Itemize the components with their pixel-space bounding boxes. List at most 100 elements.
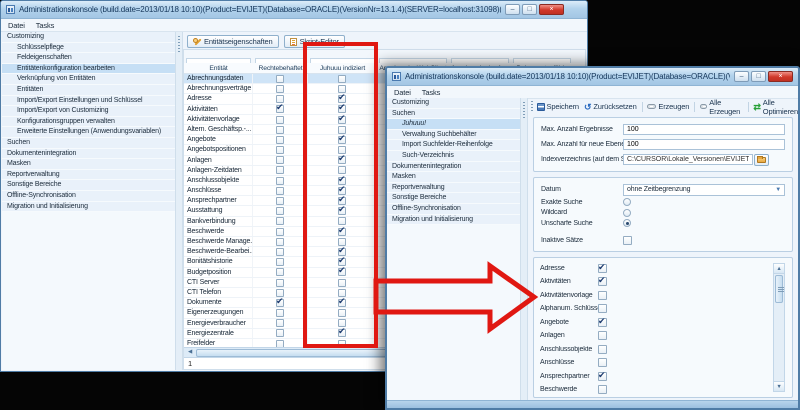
sidebar-item[interactable]: Erweiterte Einstellungen (Anwendungsvari… bbox=[2, 127, 175, 138]
rechtebehaftet-checkbox[interactable] bbox=[276, 105, 284, 113]
search-mode-radio[interactable] bbox=[623, 198, 631, 206]
rechtebehaftet-checkbox[interactable] bbox=[276, 329, 284, 337]
rechtebehaftet-checkbox[interactable] bbox=[276, 258, 284, 266]
sidebar-item[interactable]: Suchen bbox=[387, 109, 520, 120]
menu-tasks[interactable]: Tasks bbox=[36, 21, 54, 30]
rechtebehaftet-checkbox[interactable] bbox=[276, 187, 284, 195]
rechtebehaftet-checkbox[interactable] bbox=[276, 85, 284, 93]
max-results-input[interactable] bbox=[623, 124, 785, 135]
list-item[interactable]: Anschlüsse bbox=[540, 356, 766, 370]
sidebar-item[interactable]: Juhuuu! bbox=[387, 119, 520, 130]
list-item[interactable]: Aktivitätenvorlage bbox=[540, 289, 766, 303]
entity-checkbox[interactable] bbox=[598, 277, 607, 286]
juhuuu-indiziert-checkbox[interactable] bbox=[338, 309, 346, 317]
juhuuu-indiziert-checkbox[interactable] bbox=[338, 75, 346, 83]
sidebar-item[interactable]: Customizing bbox=[2, 32, 175, 43]
sidebar-item[interactable]: Masken bbox=[2, 159, 175, 170]
maximize-button[interactable]: □ bbox=[751, 71, 766, 82]
sidebar-item[interactable]: Entitätenkonfiguration bearbeiten bbox=[2, 64, 175, 75]
sidebar-item[interactable]: Such-Verzeichnis bbox=[387, 151, 520, 162]
entity-checkbox[interactable] bbox=[598, 331, 607, 340]
rechtebehaftet-checkbox[interactable] bbox=[276, 156, 284, 164]
column-header[interactable]: Rechtebehaftet bbox=[253, 63, 308, 73]
rechtebehaftet-checkbox[interactable] bbox=[276, 207, 284, 215]
minimize-button[interactable]: – bbox=[734, 71, 749, 82]
rechtebehaftet-checkbox[interactable] bbox=[276, 319, 284, 327]
entity-checkbox[interactable] bbox=[598, 358, 607, 367]
entity-checkbox[interactable] bbox=[598, 345, 607, 354]
search-mode-radio[interactable] bbox=[623, 219, 631, 227]
sidebar-item[interactable]: Feldeigenschaften bbox=[2, 53, 175, 64]
rechtebehaftet-checkbox[interactable] bbox=[276, 228, 284, 236]
rechtebehaftet-checkbox[interactable] bbox=[276, 146, 284, 154]
rechtebehaftet-checkbox[interactable] bbox=[276, 217, 284, 225]
splitter-handle[interactable] bbox=[521, 98, 528, 400]
date-dropdown[interactable]: ohne Zeitbegrenzung ▼ bbox=[623, 184, 785, 196]
rechtebehaftet-checkbox[interactable] bbox=[276, 268, 284, 276]
entity-checkbox[interactable] bbox=[598, 318, 607, 327]
scroll-down-icon[interactable]: ▼ bbox=[774, 381, 784, 391]
column-header[interactable]: Entität bbox=[184, 63, 253, 73]
menu-tasks[interactable]: Tasks bbox=[422, 88, 440, 97]
juhuuu-indiziert-checkbox[interactable] bbox=[338, 136, 346, 144]
toolbar-button[interactable]: Alle Erzeugen bbox=[700, 98, 743, 116]
menu-datei[interactable]: Datei bbox=[394, 88, 411, 97]
toolbar-grip[interactable] bbox=[531, 101, 533, 113]
juhuuu-indiziert-checkbox[interactable] bbox=[338, 116, 346, 124]
juhuuu-indiziert-checkbox[interactable] bbox=[338, 268, 346, 276]
sidebar-item[interactable]: Schlüsselpflege bbox=[2, 43, 175, 54]
entity-checkbox[interactable] bbox=[598, 264, 607, 273]
sidebar-item[interactable]: Migration und Initialisierung bbox=[2, 202, 175, 213]
entity-checkbox[interactable] bbox=[598, 304, 607, 313]
column-header[interactable]: Juhuuu indiziert bbox=[308, 63, 377, 73]
list-item[interactable]: Alphanum. Schlüssel bbox=[540, 302, 766, 316]
list-item[interactable]: Angebote bbox=[540, 316, 766, 330]
rechtebehaftet-checkbox[interactable] bbox=[276, 238, 284, 246]
juhuuu-indiziert-checkbox[interactable] bbox=[338, 279, 346, 287]
close-button[interactable]: × bbox=[539, 4, 564, 15]
sidebar-item[interactable]: Entitäten bbox=[2, 85, 175, 96]
sidebar-item[interactable]: Reportverwaltung bbox=[387, 183, 520, 194]
title-bar[interactable]: Administrationskonsole (build.date=2013/… bbox=[1, 1, 587, 19]
inactive-records-checkbox[interactable] bbox=[623, 236, 632, 245]
juhuuu-indiziert-checkbox[interactable] bbox=[338, 299, 346, 307]
entity-checkbox[interactable] bbox=[598, 385, 607, 394]
sidebar-item[interactable]: Import/Export von Customizing bbox=[2, 106, 175, 117]
maximize-button[interactable]: □ bbox=[522, 4, 537, 15]
juhuuu-indiziert-checkbox[interactable] bbox=[338, 329, 346, 337]
rechtebehaftet-checkbox[interactable] bbox=[276, 116, 284, 124]
toolbar-button[interactable]: Erzeugen bbox=[647, 102, 689, 111]
sidebar-item[interactable]: Offline-Synchronisation bbox=[2, 191, 175, 202]
sidebar-item[interactable]: Verwaltung Suchbehälter bbox=[387, 130, 520, 141]
rechtebehaftet-checkbox[interactable] bbox=[276, 166, 284, 174]
juhuuu-indiziert-checkbox[interactable] bbox=[338, 228, 346, 236]
list-item[interactable]: Aktivitäten bbox=[540, 275, 766, 289]
list-item[interactable]: Anlagen bbox=[540, 329, 766, 343]
toolbar-button[interactable]: Speichern bbox=[537, 102, 579, 111]
rechtebehaftet-checkbox[interactable] bbox=[276, 309, 284, 317]
menu-datei[interactable]: Datei bbox=[8, 21, 25, 30]
juhuuu-indiziert-checkbox[interactable] bbox=[338, 340, 346, 347]
rechtebehaftet-checkbox[interactable] bbox=[276, 136, 284, 144]
list-item[interactable]: Anschlussobjekte bbox=[540, 343, 766, 357]
scroll-up-icon[interactable]: ▲ bbox=[774, 264, 784, 274]
minimize-button[interactable]: – bbox=[505, 4, 520, 15]
sidebar-item[interactable]: Verknüpfung von Entitäten bbox=[2, 74, 175, 85]
browse-folder-button[interactable] bbox=[754, 154, 769, 166]
toolbar-button[interactable]: Skript-Editor bbox=[284, 35, 345, 48]
search-mode-radio[interactable] bbox=[623, 209, 631, 217]
rechtebehaftet-checkbox[interactable] bbox=[276, 299, 284, 307]
sidebar-item[interactable]: Import Suchfelder-Reihenfolge bbox=[387, 140, 520, 151]
entity-checkbox[interactable] bbox=[598, 372, 607, 381]
max-level-input[interactable] bbox=[623, 139, 785, 150]
scrollbar-thumb[interactable] bbox=[775, 275, 783, 303]
sidebar-item[interactable]: Sonstige Bereiche bbox=[2, 180, 175, 191]
list-item[interactable]: Adresse bbox=[540, 262, 766, 276]
toolbar-button[interactable]: Entitätseigenschaften bbox=[187, 35, 279, 48]
sidebar-item[interactable]: Customizing bbox=[387, 98, 520, 109]
rechtebehaftet-checkbox[interactable] bbox=[276, 75, 284, 83]
sidebar-item[interactable]: Dokumentenintegration bbox=[2, 149, 175, 160]
scroll-left-icon[interactable]: ◀ bbox=[184, 348, 196, 357]
rechtebehaftet-checkbox[interactable] bbox=[276, 248, 284, 256]
list-item[interactable]: Ansprechpartner bbox=[540, 370, 766, 384]
